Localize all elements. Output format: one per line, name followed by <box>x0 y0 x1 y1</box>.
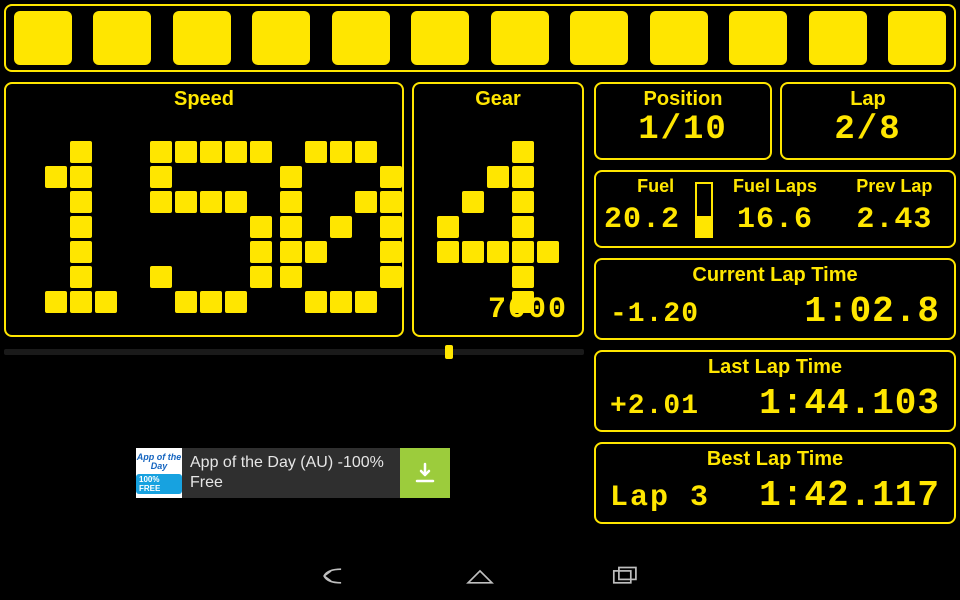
last-lap-label: Last Lap Time <box>596 356 954 379</box>
last-lap-delta: +2.01 <box>610 391 699 422</box>
shift-light-1 <box>14 11 72 65</box>
gear-panel: Gear 7000 <box>412 82 584 337</box>
back-icon[interactable] <box>319 562 353 590</box>
best-lap-panel: Best Lap Time Lap 3 1:42.117 <box>594 442 956 524</box>
lap-panel: Lap 2/8 <box>780 82 956 160</box>
shift-light-3 <box>173 11 231 65</box>
speed-label: Speed <box>6 88 402 111</box>
prev-lap-col: Prev Lap 2.43 <box>835 172 954 246</box>
rpm-bar <box>4 345 584 359</box>
position-label: Position <box>596 88 770 111</box>
current-lap-time: 1:02.8 <box>804 291 940 332</box>
best-lap-label: Best Lap Time <box>596 448 954 471</box>
shift-light-12 <box>888 11 946 65</box>
gear-label: Gear <box>414 88 582 111</box>
fuel-col: Fuel 20.2 <box>596 172 715 246</box>
current-lap-delta: -1.20 <box>610 299 699 330</box>
rpm-value: 7000 <box>488 293 568 327</box>
shift-light-9 <box>650 11 708 65</box>
ad-badge-bottom: 100% FREE <box>136 474 182 494</box>
speed-panel: Speed <box>4 82 404 337</box>
prev-lap-value: 2.43 <box>835 203 954 237</box>
gear-value <box>414 141 582 313</box>
fuel-laps-value: 16.6 <box>715 203 834 237</box>
ad-text: App of the Day (AU) -100% Free <box>182 448 400 498</box>
recent-apps-icon[interactable] <box>607 562 641 590</box>
android-nav-bar <box>0 552 960 600</box>
shift-light-6 <box>411 11 469 65</box>
shift-light-8 <box>570 11 628 65</box>
fuel-laps-col: Fuel Laps 16.6 <box>715 172 834 246</box>
current-lap-panel: Current Lap Time -1.20 1:02.8 <box>594 258 956 340</box>
ad-banner[interactable]: App of the Day 100% FREE App of the Day … <box>136 448 450 498</box>
lap-label: Lap <box>782 88 954 111</box>
position-value: 1/10 <box>596 111 770 149</box>
last-lap-time: 1:44.103 <box>759 383 940 424</box>
fuel-panel: Fuel 20.2 Fuel Laps 16.6 Prev Lap 2.43 <box>594 170 956 248</box>
shift-light-10 <box>729 11 787 65</box>
prev-lap-label: Prev Lap <box>835 176 954 197</box>
shift-light-7 <box>491 11 549 65</box>
current-lap-label: Current Lap Time <box>596 264 954 287</box>
best-lap-number: Lap 3 <box>610 481 710 515</box>
last-lap-panel: Last Lap Time +2.01 1:44.103 <box>594 350 956 432</box>
download-icon[interactable] <box>400 448 450 498</box>
shift-light-row <box>4 4 956 72</box>
fuel-gauge <box>695 182 713 238</box>
shift-light-5 <box>332 11 390 65</box>
best-lap-time: 1:42.117 <box>759 475 940 516</box>
position-panel: Position 1/10 <box>594 82 772 160</box>
shift-light-4 <box>252 11 310 65</box>
ad-badge: App of the Day 100% FREE <box>136 448 182 498</box>
lap-value: 2/8 <box>782 111 954 149</box>
shift-light-2 <box>93 11 151 65</box>
ad-badge-top: App of the Day <box>136 453 182 471</box>
shift-light-11 <box>809 11 867 65</box>
home-icon[interactable] <box>463 562 497 590</box>
fuel-laps-label: Fuel Laps <box>715 176 834 197</box>
speed-value <box>20 141 402 313</box>
